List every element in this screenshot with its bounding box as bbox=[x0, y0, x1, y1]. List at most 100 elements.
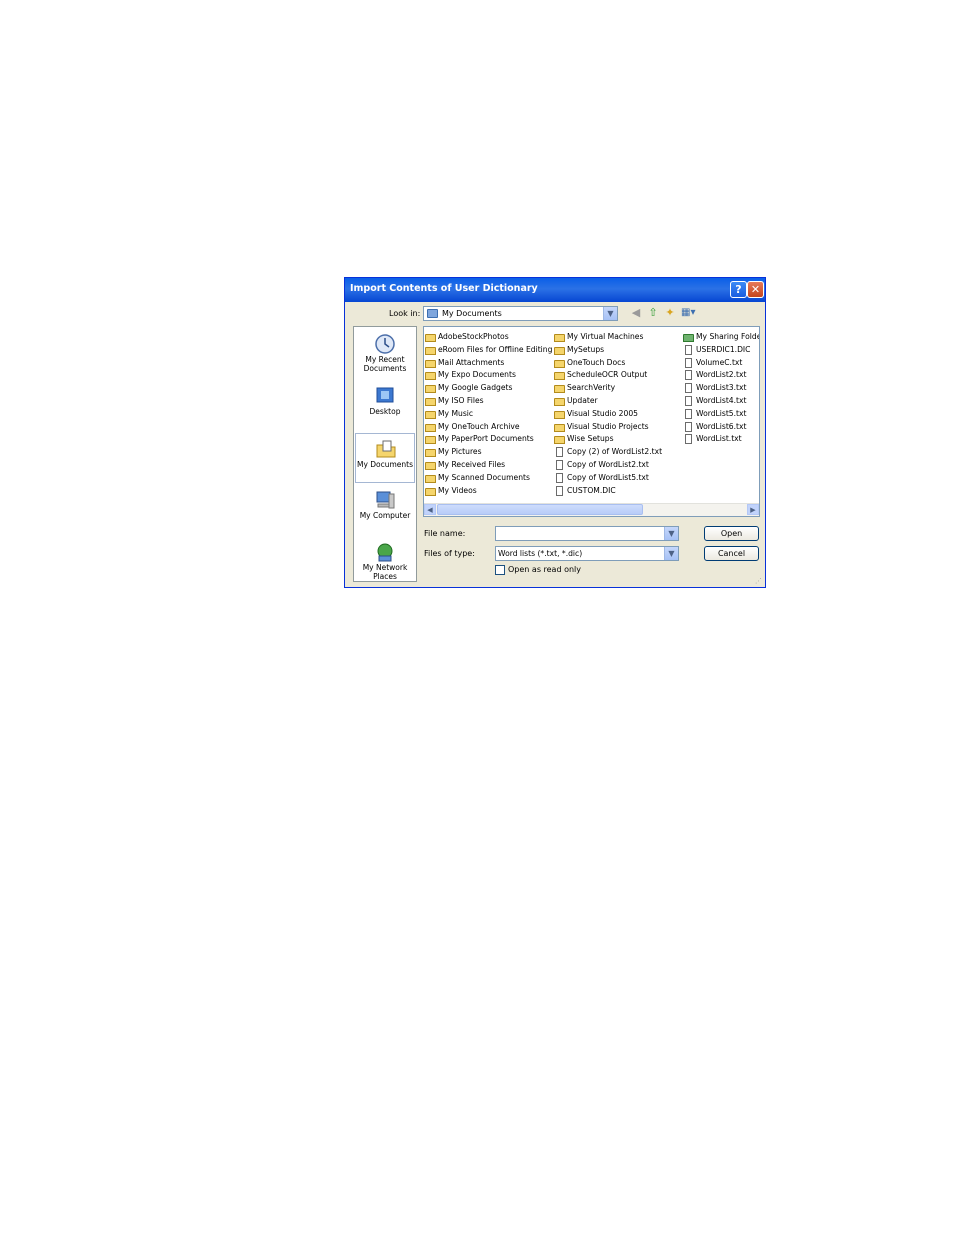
list-item[interactable]: My Pictures bbox=[425, 446, 552, 459]
list-item[interactable]: My Virtual Machines bbox=[554, 331, 662, 344]
scroll-left-icon[interactable]: ◀ bbox=[424, 504, 436, 515]
file-name-label: File name: bbox=[424, 529, 466, 538]
up-folder-icon[interactable]: ⇧ bbox=[646, 306, 660, 320]
folder-icon bbox=[425, 461, 436, 470]
list-item[interactable]: CUSTOM.DIC bbox=[554, 485, 662, 498]
text-file-icon bbox=[685, 395, 692, 406]
recent-documents-icon bbox=[375, 334, 395, 354]
list-item[interactable]: Visual Studio Projects bbox=[554, 421, 662, 434]
shared-folder-icon bbox=[683, 334, 694, 342]
view-menu-icon[interactable]: ▦▾ bbox=[681, 306, 695, 320]
import-dialog: Import Contents of User Dictionary ? ✕ L… bbox=[344, 277, 766, 588]
read-only-checkbox[interactable] bbox=[495, 565, 505, 575]
text-file-icon bbox=[685, 408, 692, 419]
scroll-right-icon[interactable]: ▶ bbox=[747, 504, 759, 515]
read-only-label: Open as read only bbox=[508, 565, 582, 574]
list-item[interactable]: My OneTouch Archive bbox=[425, 421, 552, 434]
list-item[interactable]: WordList5.txt bbox=[683, 408, 759, 421]
place-my-documents[interactable]: My Documents bbox=[355, 433, 415, 483]
open-button[interactable]: Open bbox=[704, 526, 759, 541]
folder-icon bbox=[425, 359, 436, 368]
chevron-down-icon[interactable]: ▼ bbox=[664, 547, 678, 560]
place-my-network-places[interactable]: My Network Places bbox=[355, 537, 415, 581]
folder-icon bbox=[425, 346, 436, 355]
list-item[interactable]: Visual Studio 2005 bbox=[554, 408, 662, 421]
list-item[interactable]: My Sharing Folders bbox=[683, 331, 759, 344]
list-item[interactable]: My PaperPort Documents bbox=[425, 433, 552, 446]
list-item[interactable]: Updater bbox=[554, 395, 662, 408]
folder-icon bbox=[425, 397, 436, 406]
list-item[interactable]: My Expo Documents bbox=[425, 369, 552, 382]
list-item[interactable]: Copy of WordList2.txt bbox=[554, 459, 662, 472]
file-name-field[interactable]: ▼ bbox=[495, 526, 679, 541]
horizontal-scrollbar[interactable]: ◀ ▶ bbox=[424, 503, 759, 516]
list-item[interactable]: WordList.txt bbox=[683, 433, 759, 446]
list-item[interactable]: Wise Setups bbox=[554, 433, 662, 446]
text-file-icon bbox=[685, 383, 692, 394]
list-item[interactable]: OneTouch Docs bbox=[554, 357, 662, 370]
back-icon[interactable]: ◀ bbox=[629, 306, 643, 320]
place-label: Desktop bbox=[369, 407, 401, 416]
place-label: My Computer bbox=[359, 511, 411, 520]
list-item[interactable]: ScheduleOCR Output bbox=[554, 369, 662, 382]
folder-icon bbox=[425, 385, 436, 394]
folder-icon bbox=[554, 359, 565, 368]
list-item[interactable]: My Scanned Documents bbox=[425, 472, 552, 485]
list-item[interactable]: SearchVerity bbox=[554, 382, 662, 395]
file-column-2: My Virtual Machines MySetups OneTouch Do… bbox=[554, 331, 662, 497]
folder-icon bbox=[554, 423, 565, 432]
help-button[interactable]: ? bbox=[730, 281, 747, 298]
cancel-button[interactable]: Cancel bbox=[704, 546, 759, 561]
place-desktop[interactable]: Desktop bbox=[355, 381, 415, 431]
text-file-icon bbox=[685, 370, 692, 381]
folder-icon bbox=[425, 449, 436, 458]
folder-icon bbox=[554, 410, 565, 419]
folder-icon bbox=[425, 436, 436, 445]
text-file-icon bbox=[685, 434, 692, 445]
close-button[interactable]: ✕ bbox=[747, 281, 764, 298]
list-item[interactable]: eRoom Files for Offline Editing bbox=[425, 344, 552, 357]
new-folder-icon[interactable]: ✦ bbox=[663, 306, 677, 320]
list-item[interactable]: My ISO Files bbox=[425, 395, 552, 408]
list-item[interactable]: MySetups bbox=[554, 344, 662, 357]
folder-icon bbox=[425, 423, 436, 432]
file-column-3: My Sharing Folders USERDIC1.DIC VolumeC.… bbox=[683, 331, 759, 446]
list-item[interactable]: WordList2.txt bbox=[683, 369, 759, 382]
list-item[interactable]: Mail Attachments bbox=[425, 357, 552, 370]
look-in-combo[interactable]: My Documents ▼ bbox=[423, 306, 618, 321]
list-item[interactable]: VolumeC.txt bbox=[683, 357, 759, 370]
files-of-type-select[interactable]: Word lists (*.txt, *.dic) ▼ bbox=[495, 546, 679, 561]
place-my-recent-documents[interactable]: My Recent Documents bbox=[355, 329, 415, 379]
title-bar[interactable]: Import Contents of User Dictionary ? ✕ bbox=[345, 278, 765, 302]
folder-icon bbox=[554, 372, 565, 381]
dialog-title: Import Contents of User Dictionary bbox=[350, 283, 538, 294]
place-my-computer[interactable]: My Computer bbox=[355, 485, 415, 535]
chevron-down-icon[interactable]: ▼ bbox=[603, 307, 617, 320]
text-file-icon bbox=[556, 447, 563, 458]
scroll-thumb[interactable] bbox=[437, 504, 643, 515]
list-item[interactable]: My Music bbox=[425, 408, 552, 421]
place-label: My Network Places bbox=[362, 563, 408, 581]
file-column-1: AdobeStockPhotos eRoom Files for Offline… bbox=[425, 331, 552, 497]
folder-icon bbox=[554, 385, 565, 394]
text-file-icon bbox=[556, 472, 563, 483]
list-item[interactable]: Copy (2) of WordList2.txt bbox=[554, 446, 662, 459]
list-item[interactable]: USERDIC1.DIC bbox=[683, 344, 759, 357]
computer-icon bbox=[376, 491, 395, 509]
text-file-icon bbox=[685, 344, 692, 355]
chevron-down-icon[interactable]: ▼ bbox=[664, 527, 678, 540]
text-file-icon bbox=[685, 421, 692, 432]
list-item[interactable]: WordList3.txt bbox=[683, 382, 759, 395]
file-list[interactable]: AdobeStockPhotos eRoom Files for Offline… bbox=[423, 326, 760, 517]
resize-grip-icon[interactable]: ⋰ bbox=[755, 577, 763, 585]
desktop-icon bbox=[376, 387, 394, 403]
list-item[interactable]: WordList6.txt bbox=[683, 421, 759, 434]
folder-icon bbox=[425, 474, 436, 483]
list-item[interactable]: Copy of WordList5.txt bbox=[554, 472, 662, 485]
list-item[interactable]: WordList4.txt bbox=[683, 395, 759, 408]
look-in-label: Look in: bbox=[389, 309, 421, 318]
list-item[interactable]: AdobeStockPhotos bbox=[425, 331, 552, 344]
list-item[interactable]: My Received Files bbox=[425, 459, 552, 472]
list-item[interactable]: My Videos bbox=[425, 485, 552, 498]
list-item[interactable]: My Google Gadgets bbox=[425, 382, 552, 395]
